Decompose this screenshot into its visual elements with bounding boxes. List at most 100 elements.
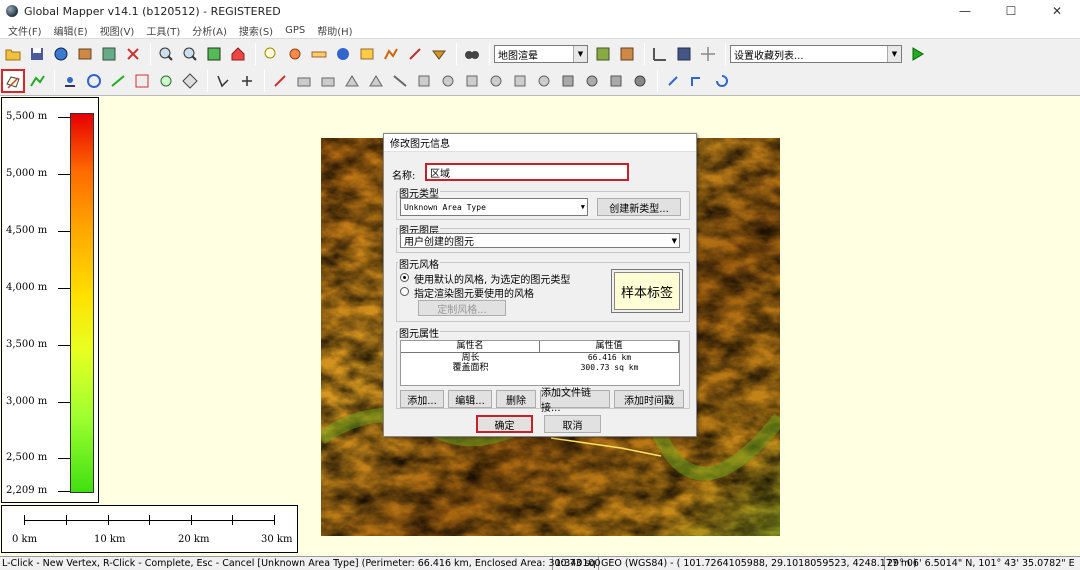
add-timestamp-button[interactable]: 添加时间戳 [614, 390, 684, 408]
layer-control-icon[interactable] [74, 43, 96, 65]
crosshair-icon[interactable] [697, 43, 719, 65]
table-row[interactable]: 覆盖面积 300.73 sq km [401, 363, 679, 373]
render-mode-value: 地图渲晕 [498, 50, 538, 62]
zoom-in-icon[interactable] [155, 43, 177, 65]
map-view[interactable]: 5,500 m 5,000 m 4,500 m 4,000 m 3,500 m … [0, 96, 1080, 556]
globe-icon[interactable] [50, 43, 72, 65]
menu-search[interactable]: 搜索(S) [233, 23, 279, 38]
attributes-table[interactable]: 属性名 属性值 周长 66.416 km 覆盖面积 300.73 sq km [400, 340, 680, 386]
edit-tool-7-icon[interactable] [437, 70, 459, 92]
default-style-radio[interactable] [400, 273, 409, 282]
menu-edit[interactable]: 编辑(E) [48, 23, 94, 38]
edit-tool-14-icon[interactable] [605, 70, 627, 92]
bookmark-select[interactable]: 设置收藏列表... ▼ [730, 45, 902, 63]
edit-tool-4-icon[interactable] [365, 70, 387, 92]
feature-info-icon[interactable] [332, 43, 354, 65]
menu-analysis[interactable]: 分析(A) [186, 23, 233, 38]
name-input[interactable]: 区域 [425, 163, 629, 181]
legend-tick [58, 117, 70, 118]
create-point-icon[interactable] [59, 70, 81, 92]
custom-style-radio[interactable] [400, 287, 409, 296]
feature-style-group-title: 图元风格 [398, 256, 440, 271]
close-button[interactable]: ✕ [1034, 0, 1080, 22]
chevron-down-icon: ▼ [887, 46, 901, 62]
shader-icon[interactable] [592, 43, 614, 65]
view-shed-icon[interactable] [428, 43, 450, 65]
edit-attribute-button[interactable]: 编辑... [448, 390, 492, 408]
menu-gps[interactable]: GPS [279, 25, 311, 36]
ruler-icon[interactable] [308, 43, 330, 65]
ok-button[interactable]: 确定 [476, 415, 533, 433]
palette-icon[interactable] [616, 43, 638, 65]
cut-feature-icon[interactable] [269, 70, 291, 92]
vertex-edit-icon[interactable] [212, 70, 234, 92]
feature-type-select[interactable]: Unknown Area Type ▼ [400, 198, 588, 216]
delete-attribute-button[interactable]: 删除 [496, 390, 536, 408]
open-folder-icon[interactable] [2, 43, 24, 65]
undo-icon[interactable] [710, 70, 732, 92]
play-icon[interactable] [906, 43, 928, 65]
edit-tool-13-icon[interactable] [581, 70, 603, 92]
edit-tool-9-icon[interactable] [485, 70, 507, 92]
feature-layer-select[interactable]: 用户创建的图元 ▼ [400, 233, 680, 248]
attribute-name: 覆盖面积 [452, 363, 489, 373]
photo-icon[interactable] [356, 43, 378, 65]
edit-tool-1-icon[interactable] [293, 70, 315, 92]
edit-tool-15-icon[interactable] [629, 70, 651, 92]
edit-tool-3-icon[interactable] [341, 70, 363, 92]
maximize-button[interactable]: ☐ [988, 0, 1034, 22]
digitizer-icon[interactable] [404, 43, 426, 65]
path-profile-icon[interactable] [380, 43, 402, 65]
zoom-out-icon[interactable] [179, 43, 201, 65]
edit-tool-5-icon[interactable] [389, 70, 411, 92]
edit-tool-12-icon[interactable] [557, 70, 579, 92]
measure-icon[interactable] [284, 43, 306, 65]
edit-tool-11-icon[interactable] [533, 70, 555, 92]
add-attribute-button[interactable]: 添加... [400, 390, 444, 408]
home-icon[interactable] [227, 43, 249, 65]
create-area-feature-icon[interactable] [1, 69, 25, 93]
circle-feature-icon[interactable] [155, 70, 177, 92]
edit-tool-10-icon[interactable] [509, 70, 531, 92]
minimize-button[interactable]: — [942, 0, 988, 22]
menu-view[interactable]: 视图(V) [94, 23, 141, 38]
move-feature-icon[interactable] [236, 70, 258, 92]
attributes-table-header: 属性名 属性值 [401, 341, 679, 353]
range-ring-icon[interactable] [83, 70, 105, 92]
render-mode-select[interactable]: 地图渲晕 ▼ [494, 45, 588, 63]
feature-type-value: Unknown Area Type [404, 202, 486, 212]
legend-label: 3,000 m [6, 396, 48, 407]
save-icon[interactable] [26, 43, 48, 65]
menu-file[interactable]: 文件(F) [2, 23, 48, 38]
create-new-type-button[interactable]: 创建新类型... [597, 198, 681, 216]
edit-tool-2-icon[interactable] [317, 70, 339, 92]
status-hint: L-Click - New Vertex, R-Click - Complete… [2, 557, 596, 570]
split-line-icon[interactable] [107, 70, 129, 92]
binoculars-icon[interactable] [461, 43, 483, 65]
add-file-link-button[interactable]: 添加文件链接... [540, 388, 610, 414]
3d-view-icon[interactable] [673, 43, 695, 65]
grid-feature-icon[interactable] [179, 70, 201, 92]
overlay-icon[interactable] [98, 43, 120, 65]
edit-tool-6-icon[interactable] [413, 70, 435, 92]
config-icon[interactable] [122, 43, 144, 65]
edit-tool-8-icon[interactable] [461, 70, 483, 92]
scale-tick [24, 515, 25, 525]
zoom-extents-icon[interactable] [203, 43, 225, 65]
redo-icon[interactable] [686, 70, 708, 92]
coord-grid-icon[interactable] [131, 70, 153, 92]
table-row[interactable]: 周长 66.416 km [401, 353, 679, 363]
search-icon[interactable] [260, 43, 282, 65]
menu-help[interactable]: 帮助(H) [311, 23, 358, 38]
bookmark-value: 设置收藏列表... [734, 50, 804, 62]
column-header-value[interactable]: 属性值 [540, 341, 679, 352]
scale-label: 10 km [94, 534, 126, 545]
chart-icon[interactable] [649, 43, 671, 65]
cancel-button[interactable]: 取消 [544, 415, 601, 433]
legend-label: 4,000 m [6, 282, 48, 293]
create-line-feature-icon[interactable] [26, 70, 48, 92]
column-header-name[interactable]: 属性名 [401, 341, 540, 352]
rotate-icon[interactable] [662, 70, 684, 92]
menu-tools[interactable]: 工具(T) [140, 23, 186, 38]
custom-style-button[interactable]: 定制风格... [418, 300, 506, 316]
